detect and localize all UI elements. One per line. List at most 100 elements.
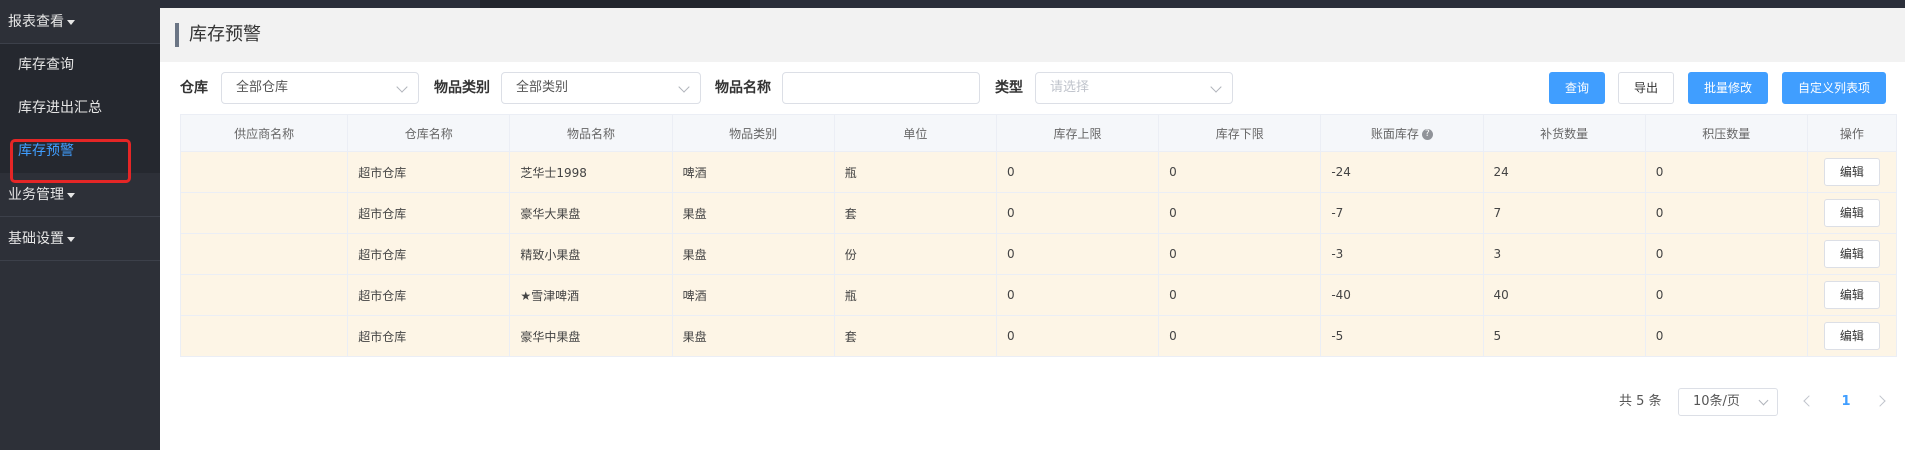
column-header: 仓库名称	[347, 114, 511, 152]
chevron-down-icon	[1758, 395, 1769, 406]
next-page-icon[interactable]	[1874, 395, 1886, 407]
sidebar-group-label: 基础设置	[8, 231, 64, 247]
table-cell: 果盘	[671, 315, 835, 357]
table-cell	[179, 151, 349, 193]
pagination: 共 5 条 10条/页 1	[160, 388, 1905, 416]
page-size-value: 10条/页	[1693, 394, 1740, 409]
query-button[interactable]: 查询	[1549, 72, 1605, 104]
filter-bar: 仓库 全部仓库 物品类别 全部类别 物品名称 类型 请选择 查询 导出 批量修改…	[160, 72, 1905, 104]
warehouse-label: 仓库	[180, 80, 208, 96]
page-size-select[interactable]: 10条/页	[1678, 388, 1778, 416]
table-header-row: 供应商名称 仓库名称 物品名称 物品类别 单位 库存上限 库存下限 账面库存? …	[179, 114, 1898, 152]
sidebar-item-label: 库存查询	[18, 57, 74, 73]
main-content: 库存预警 仓库 全部仓库 物品类别 全部类别 物品名称 类型 请选择 查询 导出…	[160, 8, 1905, 450]
top-bar-segment	[480, 0, 750, 8]
table-cell: 芝华士1998	[509, 151, 673, 193]
column-header: 积压数量	[1644, 114, 1808, 152]
table-row: 超市仓库 ★雪津啤酒 啤酒瓶 0 0 -40 40 0 编辑	[179, 274, 1898, 316]
table-cell-actions: 编辑	[1806, 192, 1898, 234]
table-cell: 豪华大果盘	[509, 192, 673, 234]
item-name-input[interactable]	[782, 72, 980, 104]
sidebar: 报表查看 库存查询 库存进出汇总 库存预警 业务管理 基础设置	[0, 0, 160, 450]
edit-button[interactable]: 编辑	[1823, 158, 1880, 186]
prev-page-icon[interactable]	[1803, 395, 1815, 407]
column-header-label: 账面库存	[1370, 126, 1419, 141]
page-number[interactable]: 1	[1831, 388, 1861, 416]
sidebar-group-settings[interactable]: 基础设置	[0, 217, 160, 261]
sidebar-item-stock-summary[interactable]: 库存进出汇总	[0, 87, 160, 130]
chevron-down-icon	[396, 81, 408, 93]
table-cell: 瓶	[833, 274, 997, 316]
table-cell-actions: 编辑	[1806, 274, 1898, 316]
chevron-down-icon	[1210, 81, 1222, 93]
edit-button[interactable]: 编辑	[1823, 199, 1880, 227]
table-cell: 超市仓库	[347, 274, 511, 316]
table-cell: 0	[995, 192, 1160, 234]
table-cell: 0	[1644, 274, 1808, 316]
table-cell: 0	[1158, 192, 1322, 234]
top-bar	[160, 0, 1905, 8]
table-cell: -7	[1320, 192, 1484, 234]
table-cell: 果盘	[671, 192, 835, 234]
table-cell: 0	[1644, 192, 1808, 234]
column-header: 物品类别	[671, 114, 835, 152]
table-cell	[179, 274, 349, 316]
table-cell: -40	[1320, 274, 1484, 316]
type-label: 类型	[995, 80, 1023, 96]
column-header: 供应商名称	[179, 114, 349, 152]
sidebar-group-reports[interactable]: 报表查看	[0, 0, 160, 44]
edit-button[interactable]: 编辑	[1823, 281, 1880, 309]
table-cell: ★雪津啤酒	[509, 274, 673, 316]
table-cell: 0	[1644, 233, 1808, 275]
sidebar-item-label: 库存预警	[18, 143, 74, 159]
type-select-placeholder: 请选择	[1050, 80, 1090, 95]
table-cell	[179, 315, 349, 357]
page-header: 库存预警	[160, 8, 1905, 62]
table-cell: 超市仓库	[347, 192, 511, 234]
table-cell: 40	[1482, 274, 1646, 316]
table-cell: 豪华中果盘	[509, 315, 673, 357]
caret-down-icon	[67, 192, 75, 198]
sidebar-item-label: 库存进出汇总	[18, 100, 102, 116]
custom-columns-button[interactable]: 自定义列表项	[1782, 72, 1886, 104]
table-cell-actions: 编辑	[1806, 151, 1898, 193]
export-button[interactable]: 导出	[1618, 72, 1674, 104]
batch-edit-button[interactable]: 批量修改	[1688, 72, 1768, 104]
column-header-book-stock: 账面库存?	[1320, 114, 1484, 152]
type-select[interactable]: 请选择	[1035, 72, 1233, 104]
stock-alert-table: 供应商名称 仓库名称 物品名称 物品类别 单位 库存上限 库存下限 账面库存? …	[179, 114, 1898, 357]
edit-button[interactable]: 编辑	[1823, 240, 1880, 268]
table-cell: 份	[833, 233, 997, 275]
sidebar-group-label: 报表查看	[8, 14, 64, 30]
table-row: 超市仓库 豪华大果盘 果盘套 0 0 -7 7 0 编辑	[179, 192, 1898, 234]
table-cell: 超市仓库	[347, 151, 511, 193]
column-header: 补货数量	[1482, 114, 1646, 152]
table-cell: -3	[1320, 233, 1484, 275]
table-cell: 3	[1482, 233, 1646, 275]
table-cell: 0	[995, 151, 1160, 193]
table-cell-actions: 编辑	[1806, 315, 1898, 357]
caret-down-icon	[67, 19, 75, 25]
category-select[interactable]: 全部类别	[501, 72, 701, 104]
column-header: 单位	[833, 114, 997, 152]
sidebar-item-stock-query[interactable]: 库存查询	[0, 44, 160, 87]
table-cell: 0	[1158, 315, 1322, 357]
table-cell: -24	[1320, 151, 1484, 193]
page-title: 库存预警	[189, 24, 261, 45]
table-cell	[179, 192, 349, 234]
table-cell: 0	[1158, 274, 1322, 316]
sidebar-group-business[interactable]: 业务管理	[0, 173, 160, 217]
warehouse-select-value: 全部仓库	[236, 80, 289, 95]
caret-down-icon	[67, 236, 75, 242]
table-row: 超市仓库 芝华士1998 啤酒瓶 0 0 -24 24 0 编辑	[179, 151, 1898, 193]
help-icon[interactable]: ?	[1421, 128, 1433, 140]
sidebar-item-stock-alert[interactable]: 库存预警	[0, 130, 160, 173]
table-cell: 0	[1644, 315, 1808, 357]
table-cell: 0	[1158, 233, 1322, 275]
table-cell: 7	[1482, 192, 1646, 234]
table-cell: 5	[1482, 315, 1646, 357]
table-cell: 0	[995, 315, 1160, 357]
edit-button[interactable]: 编辑	[1823, 322, 1880, 350]
category-label: 物品类别	[434, 80, 490, 96]
warehouse-select[interactable]: 全部仓库	[221, 72, 419, 104]
